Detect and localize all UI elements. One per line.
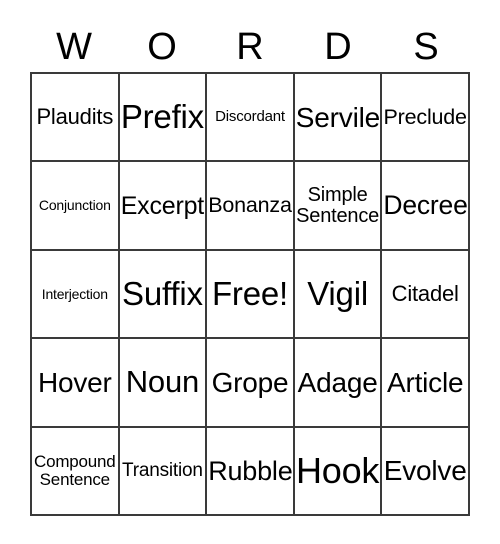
bingo-cell[interactable]: Adage: [294, 339, 383, 428]
bingo-cell[interactable]: Evolve: [382, 427, 470, 516]
bingo-cell-label: Suffix: [122, 274, 203, 312]
bingo-grid: Plaudits Prefix Discordant Servile Precl…: [30, 72, 470, 516]
bingo-free-label: Free!: [211, 274, 288, 312]
bingo-cell[interactable]: Noun: [119, 339, 208, 428]
bingo-cell-label: Evolve: [383, 455, 467, 487]
bingo-cell-label: Bonanza: [208, 193, 292, 218]
bingo-cell[interactable]: Discordant: [207, 74, 295, 163]
header-letter-3: R: [236, 26, 264, 68]
bingo-cell-label: Decree: [383, 189, 468, 220]
bingo-cell-label: Discordant: [215, 108, 285, 126]
bingo-cell[interactable]: Interjection: [32, 250, 120, 340]
bingo-cell-label: Vigil: [307, 274, 368, 312]
bingo-cell[interactable]: Citadel: [382, 250, 470, 340]
bingo-cell-label: Grope: [211, 366, 289, 398]
bingo-cell-label: Conjunction: [38, 197, 111, 214]
bingo-cell[interactable]: Transition: [119, 427, 208, 516]
bingo-cell[interactable]: Decree: [382, 162, 470, 251]
bingo-cell-free[interactable]: Free!: [207, 250, 295, 340]
bingo-cell[interactable]: Prefix: [119, 74, 208, 163]
bingo-cell-label: Interjection: [41, 285, 108, 302]
bingo-cell[interactable]: Vigil: [294, 250, 383, 340]
bingo-cell-label: Hover: [37, 366, 112, 398]
bingo-cell[interactable]: Preclude: [382, 74, 470, 163]
bingo-cell[interactable]: Compound Sentence: [32, 427, 120, 516]
bingo-cell-label: Noun: [125, 364, 200, 400]
bingo-cell[interactable]: Plaudits: [32, 74, 120, 163]
bingo-cell[interactable]: Excerpt: [119, 162, 208, 251]
bingo-cell-label: Plaudits: [36, 103, 114, 129]
header-letter-5: S: [413, 26, 439, 68]
header-letter-1: W: [56, 26, 92, 68]
bingo-cell[interactable]: Suffix: [119, 250, 208, 340]
bingo-cell-label: Rubble: [208, 455, 293, 486]
bingo-cell[interactable]: Grope: [207, 339, 295, 428]
bingo-cell-label: Adage: [297, 366, 378, 398]
header-letter-4: D: [324, 26, 352, 68]
bingo-cell[interactable]: Bonanza: [207, 162, 295, 251]
bingo-cell[interactable]: Simple Sentence: [294, 162, 383, 251]
bingo-cell-label: Compound Sentence: [34, 452, 116, 489]
bingo-cell-label: Hook: [295, 450, 380, 492]
bingo-cell-label: Transition: [122, 459, 203, 481]
bingo-cell[interactable]: Hover: [32, 339, 120, 428]
bingo-cell-label: Servile: [295, 101, 380, 133]
bingo-cell[interactable]: Conjunction: [32, 162, 120, 251]
bingo-cell-label: Article: [386, 366, 464, 398]
bingo-cell[interactable]: Servile: [294, 74, 383, 163]
bingo-cell[interactable]: Rubble: [207, 427, 295, 516]
bingo-cell[interactable]: Hook: [294, 427, 383, 516]
bingo-cell-label: Prefix: [120, 98, 204, 136]
bingo-cell[interactable]: Article: [382, 339, 470, 428]
bingo-card: W O R D S Plaudits Prefix Discordant Ser…: [0, 0, 500, 544]
bingo-cell-label: Preclude: [383, 105, 467, 130]
bingo-cell-label: Citadel: [391, 280, 459, 306]
bingo-cell-label: Excerpt: [120, 191, 205, 220]
bingo-header: W O R D S: [30, 22, 470, 72]
header-letter-2: O: [147, 26, 177, 68]
bingo-cell-label: Simple Sentence: [296, 183, 380, 227]
